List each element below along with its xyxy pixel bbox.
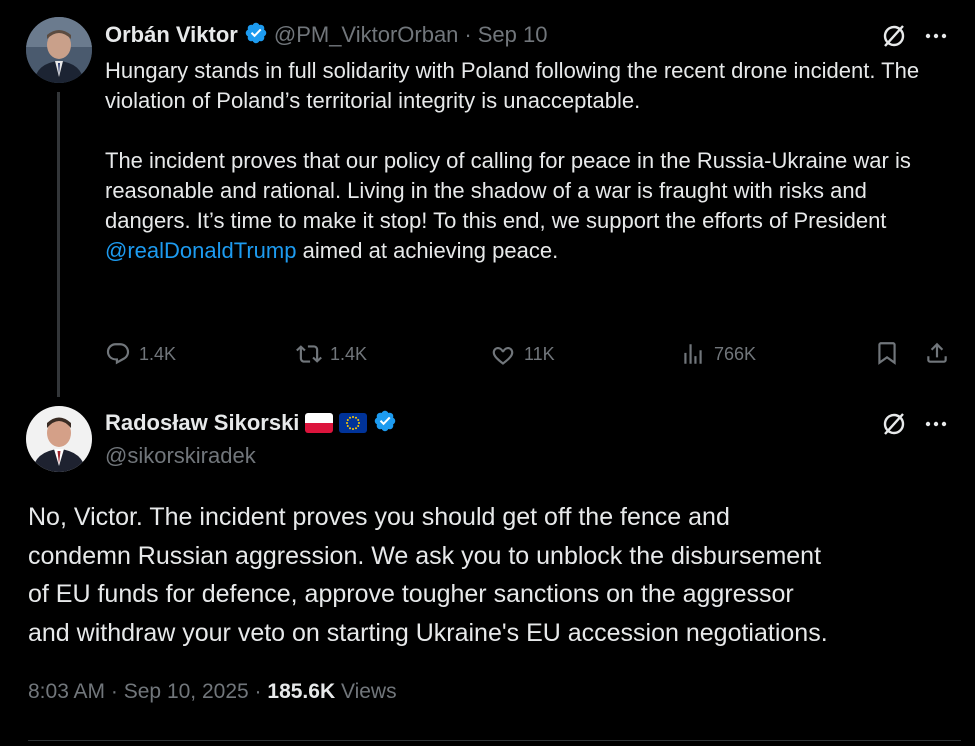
verified-icon [244,21,268,50]
like-icon [490,341,516,367]
author-handle[interactable]: @PM_ViktorOrban [274,22,459,48]
reply-count: 1.4K [139,343,177,364]
paragraph2-end: aimed at achieving peace. [296,238,559,263]
mention-link[interactable]: @realDonaldTrump [105,238,296,263]
reply-header: Radosław Sikorski [105,408,397,438]
separator-dot: · [110,680,118,703]
reply-line: condemn Russian aggression. We ask you t… [28,541,822,570]
more-icon[interactable] [922,410,950,443]
reply-views-count: 185.6K [267,680,336,703]
orban-avatar[interactable] [26,17,92,83]
reply-time[interactable]: 8:03 AM [28,680,105,703]
separator-dot: · [464,22,472,47]
tweet-body: Hungary stands in full solidarity with P… [105,56,925,266]
eu-flag-icon [339,413,368,433]
paragraph2-start: The incident proves that our policy of c… [105,148,911,233]
reply-line: of EU funds for defence, approve tougher… [28,580,794,608]
like-count: 11K [524,343,555,364]
reply-body: No, Victor. The incident proves you shou… [28,498,958,652]
reply-author-handle[interactable]: @sikorskiradek [105,443,256,469]
like-button[interactable]: 11K [490,340,555,368]
poland-flag-icon [305,413,334,433]
repost-count: 1.4K [330,343,368,364]
separator-dot: · [254,680,262,703]
grok-icon[interactable] [880,22,908,55]
reply-author-name[interactable]: Radosław Sikorski [105,410,299,436]
repost-button[interactable]: 1.4K [296,340,367,368]
more-icon[interactable] [922,22,950,55]
reply-meta: 8:03 AM · Sep 10, 2025 · 185.6K Views [28,680,397,704]
reply-button[interactable]: 1.4K [105,340,176,368]
grok-icon[interactable] [880,410,908,443]
reply-line: and withdraw your veto on starting Ukrai… [28,618,828,647]
repost-icon [296,341,322,367]
sikorski-avatar[interactable] [26,406,92,472]
tweet-date[interactable]: Sep 10 [478,22,548,48]
author-name[interactable]: Orbán Viktor [105,22,238,48]
thread-connector-line [57,92,60,397]
reply-icon [105,341,131,367]
divider [28,740,961,741]
reply-line: No, Victor. The incident proves you shou… [28,503,730,531]
tweet-paragraph-2: The incident proves that our policy of c… [105,146,925,266]
views-button[interactable]: 766K [680,340,756,368]
tweet-paragraph-1: Hungary stands in full solidarity with P… [105,58,920,113]
reply-date[interactable]: Sep 10, 2025 [124,680,249,703]
tweet-header: Orbán Viktor @PM_ViktorOrban · Sep 10 [105,20,547,50]
bookmark-icon[interactable] [874,340,900,371]
views-icon [680,341,706,367]
reply-views-label: Views [340,680,397,703]
share-icon[interactable] [924,340,950,371]
views-count: 766K [714,343,757,364]
verified-icon [373,409,397,438]
